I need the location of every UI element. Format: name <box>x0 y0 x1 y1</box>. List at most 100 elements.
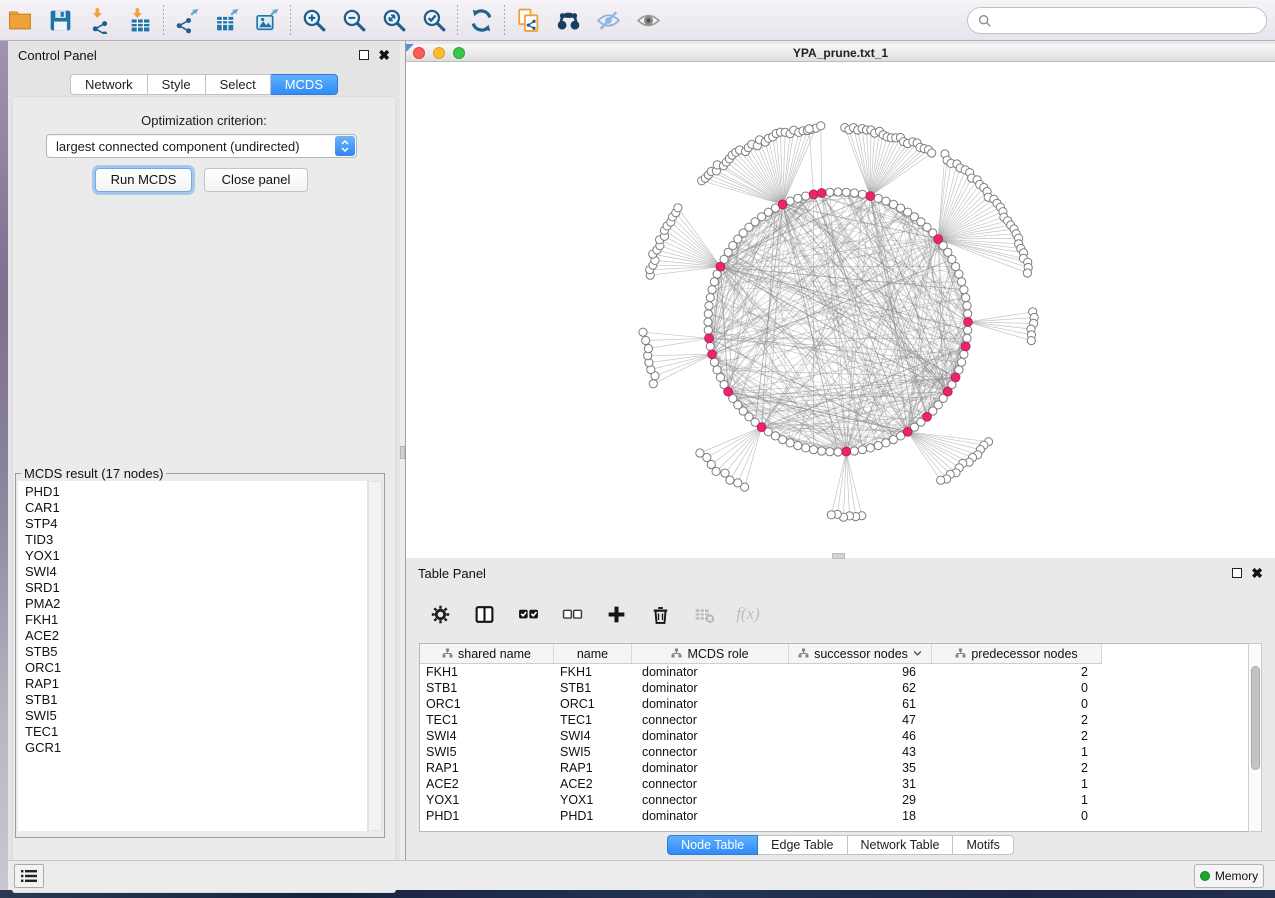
table-cell[interactable]: SWI5 <box>420 744 554 760</box>
tab-style[interactable]: Style <box>148 74 206 95</box>
network-graph[interactable] <box>639 122 1038 522</box>
import-table-button[interactable] <box>120 2 160 38</box>
table-cell[interactable]: SWI4 <box>554 728 632 744</box>
vertical-splitter-handle[interactable] <box>400 446 405 459</box>
zoom-out-button[interactable] <box>334 2 374 38</box>
table-row[interactable]: YOX1YOX1connector291 <box>420 792 1102 808</box>
table-cell[interactable]: 1 <box>932 744 1102 760</box>
mcds-result-scrollbar[interactable] <box>368 481 382 831</box>
memory-button[interactable]: Memory <box>1194 864 1264 888</box>
mcds-result-item[interactable]: TID3 <box>25 532 367 548</box>
tab-network-table[interactable]: Network Table <box>848 835 954 855</box>
table-cell[interactable]: 0 <box>932 808 1102 824</box>
mcds-result-item[interactable]: PHD1 <box>25 484 367 500</box>
table-cell[interactable]: dominator <box>632 760 789 776</box>
import-network-button[interactable] <box>80 2 120 38</box>
table-cell[interactable]: RAP1 <box>554 760 632 776</box>
table-cell[interactable]: SWI4 <box>420 728 554 744</box>
mcds-result-item[interactable]: STB1 <box>25 692 367 708</box>
table-cell[interactable]: 46 <box>789 728 932 744</box>
show-details-button[interactable] <box>628 2 668 38</box>
mcds-result-item[interactable]: SWI5 <box>25 708 367 724</box>
table-cell[interactable]: ACE2 <box>420 776 554 792</box>
mcds-result-item[interactable]: STP4 <box>25 516 367 532</box>
table-row[interactable]: STB1STB1dominator620 <box>420 680 1102 696</box>
table-cell[interactable]: 2 <box>932 664 1102 680</box>
mcds-result-item[interactable]: CAR1 <box>25 500 367 516</box>
horizontal-splitter-handle[interactable] <box>832 553 845 559</box>
table-cell[interactable]: dominator <box>632 696 789 712</box>
tab-motifs[interactable]: Motifs <box>953 835 1013 855</box>
table-cell[interactable]: dominator <box>632 728 789 744</box>
search-input[interactable] <box>998 13 1256 28</box>
column-header-successor-nodes[interactable]: successor nodes <box>789 644 932 663</box>
table-scrollbar-thumb[interactable] <box>1251 666 1260 770</box>
column-header-name[interactable]: name <box>554 644 632 663</box>
network-window-titlebar[interactable]: YPA_prune.txt_1 <box>406 44 1275 62</box>
search-field[interactable] <box>967 7 1267 34</box>
column-header-MCDS-role[interactable]: MCDS role <box>632 644 789 663</box>
table-cell[interactable]: dominator <box>632 680 789 696</box>
mcds-result-item[interactable]: GCR1 <box>25 740 367 756</box>
column-header-shared-name[interactable]: shared name <box>420 644 554 663</box>
close-table-panel-icon[interactable]: ✖ <box>1251 568 1263 578</box>
table-row[interactable]: TEC1TEC1connector472 <box>420 712 1102 728</box>
table-cell[interactable]: connector <box>632 792 789 808</box>
table-cell[interactable]: 2 <box>932 712 1102 728</box>
table-cell[interactable]: 35 <box>789 760 932 776</box>
hide-details-button[interactable] <box>588 2 628 38</box>
tab-network[interactable]: Network <box>70 74 148 95</box>
deselect-all-button[interactable] <box>560 602 584 626</box>
tab-node-table[interactable]: Node Table <box>667 835 758 855</box>
zoom-fit-button[interactable] <box>374 2 414 38</box>
mcds-result-item[interactable]: SRD1 <box>25 580 367 596</box>
add-button[interactable] <box>604 602 628 626</box>
table-cell[interactable]: dominator <box>632 664 789 680</box>
table-row[interactable]: ACE2ACE2connector311 <box>420 776 1102 792</box>
table-row[interactable]: SWI5SWI5connector431 <box>420 744 1102 760</box>
export-table-button[interactable] <box>207 2 247 38</box>
table-cell[interactable]: ORC1 <box>420 696 554 712</box>
columns-button[interactable] <box>472 602 496 626</box>
table-cell[interactable]: connector <box>632 776 789 792</box>
table-cell[interactable]: PHD1 <box>420 808 554 824</box>
table-cell[interactable]: 31 <box>789 776 932 792</box>
table-cell[interactable]: 61 <box>789 696 932 712</box>
table-cell[interactable]: 29 <box>789 792 932 808</box>
table-cell[interactable]: RAP1 <box>420 760 554 776</box>
table-cell[interactable]: connector <box>632 744 789 760</box>
table-cell[interactable]: 2 <box>932 760 1102 776</box>
table-scrollbar[interactable] <box>1248 643 1262 832</box>
mcds-result-item[interactable]: ACE2 <box>25 628 367 644</box>
table-cell[interactable]: 2 <box>932 728 1102 744</box>
tab-mcds[interactable]: MCDS <box>271 74 338 95</box>
delete-button[interactable] <box>648 602 672 626</box>
table-cell[interactable]: TEC1 <box>420 712 554 728</box>
table-row[interactable]: FKH1FKH1dominator962 <box>420 664 1102 680</box>
mcds-result-list[interactable]: PHD1CAR1STP4TID3YOX1SWI4SRD1PMA2FKH1ACE2… <box>18 481 368 831</box>
save-button[interactable] <box>40 2 80 38</box>
table-cell[interactable]: 1 <box>932 776 1102 792</box>
table-row[interactable]: RAP1RAP1dominator352 <box>420 760 1102 776</box>
tab-edge-table[interactable]: Edge Table <box>758 835 847 855</box>
mcds-result-item[interactable]: PMA2 <box>25 596 367 612</box>
export-image-button[interactable] <box>247 2 287 38</box>
float-panel-icon[interactable] <box>359 50 369 60</box>
table-cell[interactable]: 62 <box>789 680 932 696</box>
table-cell[interactable]: ORC1 <box>554 696 632 712</box>
mcds-result-item[interactable]: FKH1 <box>25 612 367 628</box>
table-cell[interactable]: SWI5 <box>554 744 632 760</box>
table-cell[interactable]: STB1 <box>420 680 554 696</box>
mcds-result-item[interactable]: TEC1 <box>25 724 367 740</box>
column-header-predecessor-nodes[interactable]: predecessor nodes <box>932 644 1102 663</box>
table-cell[interactable]: STB1 <box>554 680 632 696</box>
export-network-button[interactable] <box>167 2 207 38</box>
table-cell[interactable]: 1 <box>932 792 1102 808</box>
table-cell[interactable]: PHD1 <box>554 808 632 824</box>
binoculars-button[interactable] <box>548 2 588 38</box>
table-cell[interactable]: FKH1 <box>554 664 632 680</box>
table-cell[interactable]: FKH1 <box>420 664 554 680</box>
table-cell[interactable]: 43 <box>789 744 932 760</box>
table-cell[interactable]: 0 <box>932 680 1102 696</box>
network-canvas[interactable] <box>406 62 1275 556</box>
